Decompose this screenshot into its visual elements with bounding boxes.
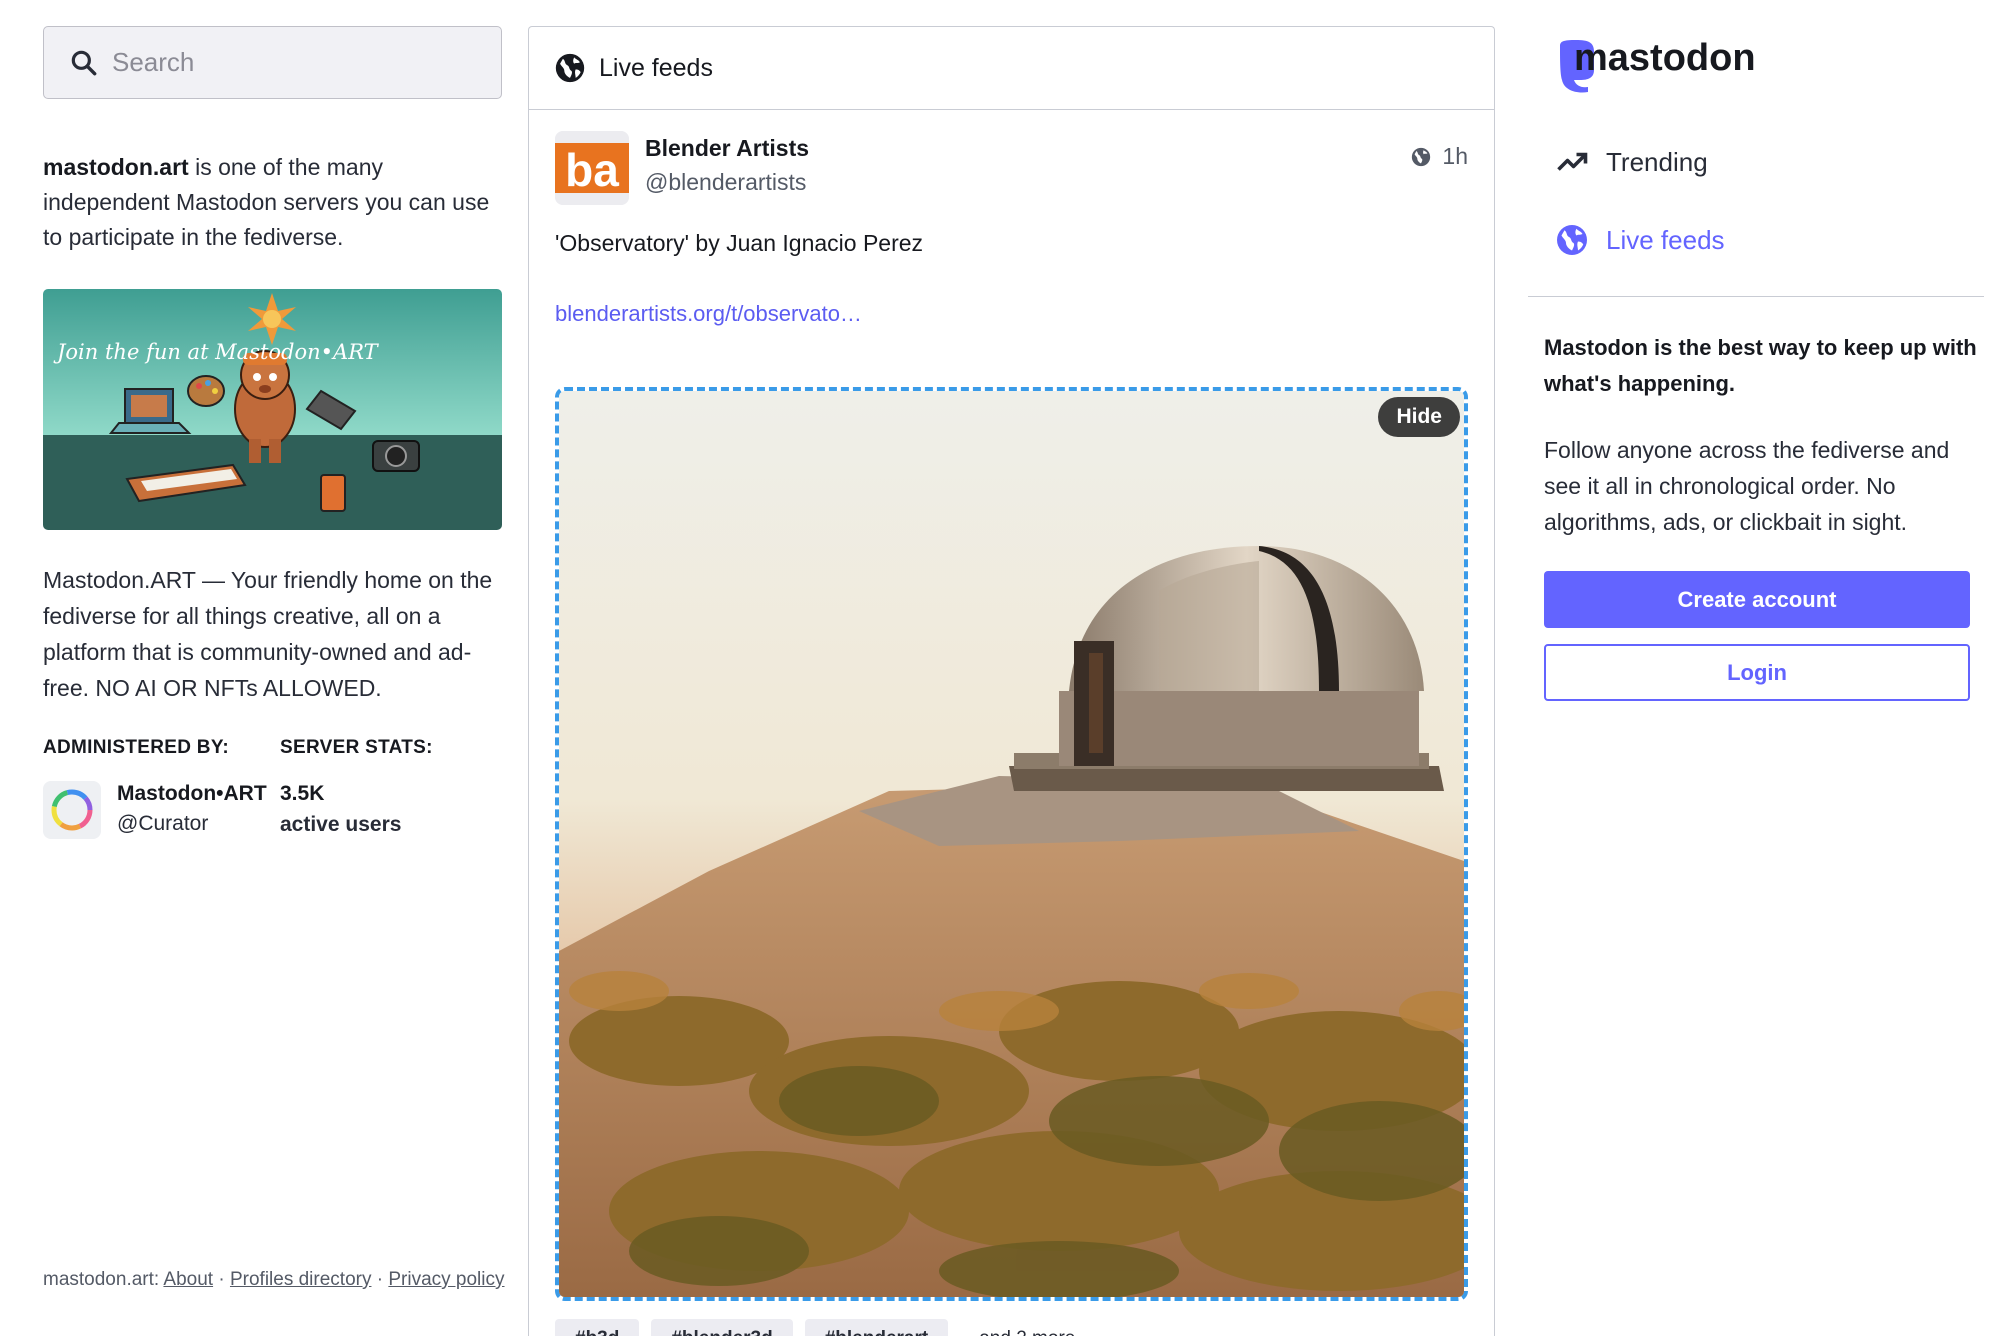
post-tags: #b3d #blender3d #blenderart …and 2 more	[555, 1319, 1075, 1336]
create-account-button[interactable]: Create account	[1544, 571, 1970, 628]
post-avatar-text: ba	[565, 144, 619, 196]
banner-text: Join the fun at Mastodon•ART	[53, 340, 380, 364]
nav-live-feeds-label: Live feeds	[1606, 224, 1725, 255]
nav-trending[interactable]: Trending	[1554, 144, 1708, 180]
hide-media-button[interactable]: Hide	[1378, 397, 1460, 437]
nav-live-feeds[interactable]: Live feeds	[1554, 222, 1725, 258]
footer-links: mastodon.art: About · Profiles directory…	[43, 1265, 513, 1294]
promo-text: Follow anyone across the fediverse and s…	[1544, 437, 1950, 535]
left-sidebar: mastodon.art is one of the many independ…	[43, 0, 505, 1336]
post-display-name[interactable]: Blender Artists	[645, 135, 809, 162]
globe-icon	[555, 53, 585, 83]
admin-handle[interactable]: @Curator	[117, 812, 208, 836]
feed-column: Live feeds ba Blender Artists @blenderar…	[528, 26, 1495, 1336]
globe-icon	[1557, 225, 1587, 255]
search-input[interactable]	[112, 47, 472, 78]
active-users-value: 3.5K	[280, 782, 325, 805]
nav-trending-label: Trending	[1606, 146, 1708, 177]
footer-profiles-link[interactable]: Profiles directory	[230, 1269, 372, 1290]
server-description: Mastodon.ART — Your friendly home on the…	[43, 567, 493, 701]
footer-colon: :	[153, 1269, 160, 1290]
server-stats-label: SERVER STATS:	[280, 737, 433, 758]
logo-wordmark: mastodon	[1574, 38, 1756, 79]
search-icon	[71, 50, 97, 75]
nav-divider	[1528, 296, 1984, 297]
post-text: 'Observatory' by Juan Ignacio Perez	[555, 230, 924, 256]
feed-title: Live feeds	[599, 53, 713, 82]
mastodon-logo[interactable]: mastodon	[1554, 37, 1764, 99]
public-globe-icon	[1412, 147, 1431, 166]
login-button[interactable]: Login	[1544, 644, 1970, 701]
post-avatar[interactable]: ba	[555, 131, 629, 205]
trending-icon	[1557, 152, 1588, 171]
more-tags-link[interactable]: …and 2 more	[960, 1328, 1075, 1336]
post-time[interactable]: 1h	[1410, 143, 1468, 170]
post-timestamp: 1h	[1442, 143, 1468, 169]
hashtag-blenderart[interactable]: #blenderart	[804, 1319, 949, 1336]
admin-avatar-ring	[51, 789, 93, 831]
footer-sep-2: ·	[371, 1269, 389, 1290]
admin-avatar[interactable]	[43, 781, 101, 839]
server-domain: mastodon.art	[43, 154, 189, 180]
server-banner: Join the fun at Mastodon•ART	[43, 289, 502, 530]
admin-name[interactable]: Mastodon•ART	[117, 782, 267, 806]
post-handle[interactable]: @blenderartists	[645, 169, 806, 196]
hashtag-blender3d[interactable]: #blender3d	[651, 1319, 793, 1336]
search-box[interactable]	[43, 26, 502, 99]
active-users-label: active users	[280, 813, 402, 836]
hashtag-b3d[interactable]: #b3d	[555, 1319, 640, 1336]
feed-header: Live feeds	[529, 27, 1494, 110]
post-media[interactable]: Hide	[555, 387, 1468, 1301]
observatory-image	[559, 391, 1464, 1297]
footer-about-link[interactable]: About	[163, 1269, 213, 1290]
footer-sep-1: ·	[213, 1269, 230, 1290]
promo-title: Mastodon is the best way to keep up with…	[1544, 335, 1977, 396]
right-sidebar: mastodon Trending Live feeds Mastodon is…	[1528, 0, 2000, 1336]
administered-by-label: ADMINISTERED BY:	[43, 737, 230, 758]
server-intro: mastodon.art is one of the many independ…	[43, 150, 502, 255]
footer-server: mastodon.art	[43, 1269, 154, 1290]
footer-privacy-link[interactable]: Privacy policy	[388, 1269, 504, 1290]
post-link[interactable]: blenderartists.org/t/observato…	[555, 301, 862, 327]
